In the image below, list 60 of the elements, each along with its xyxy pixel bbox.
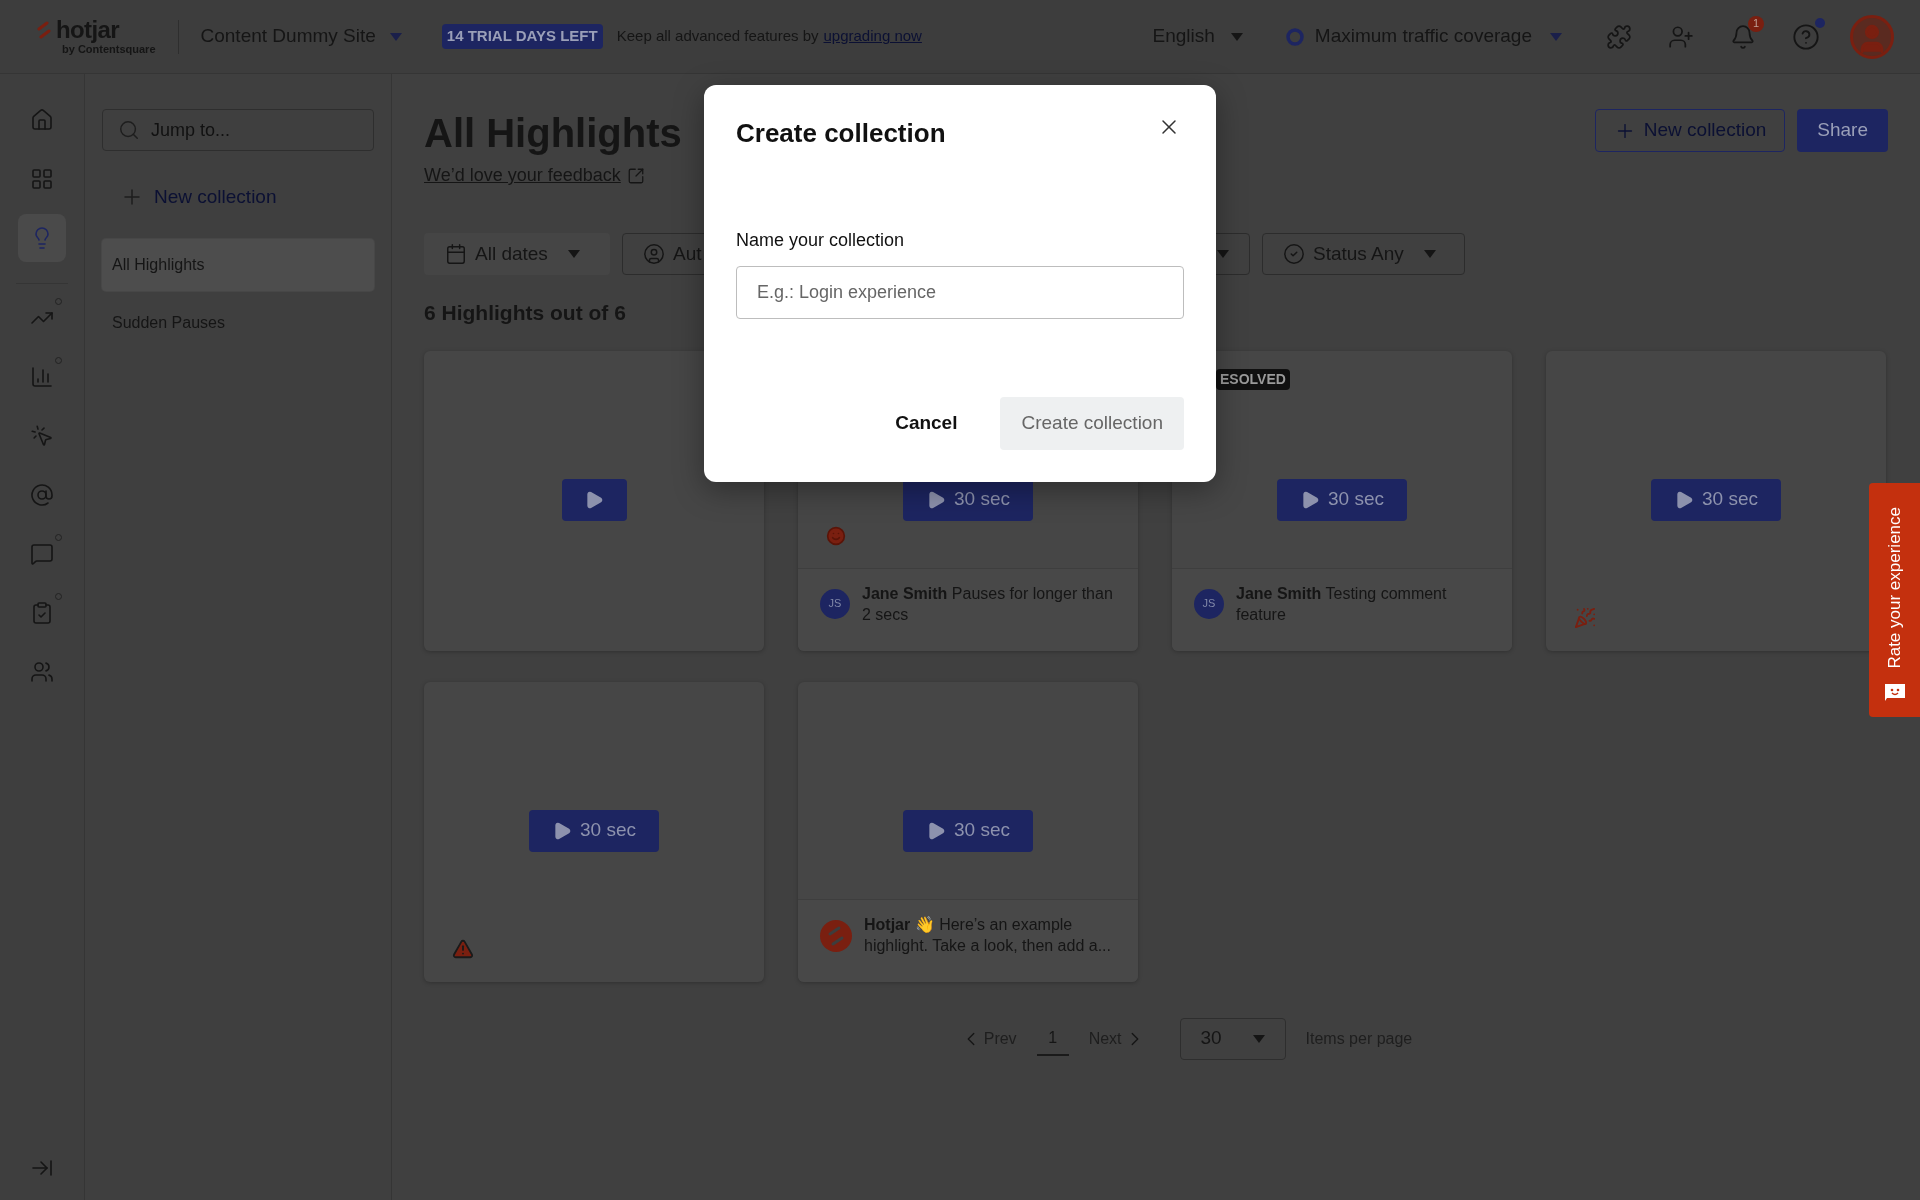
external-link-icon [626,166,645,185]
search-icon [118,119,140,141]
integrations-button[interactable] [1606,23,1632,50]
bar-chart-icon [30,365,54,389]
play-icon [1674,489,1694,510]
smiley-chat-icon [1882,681,1907,701]
chat-icon [30,542,54,566]
cancel-button[interactable]: Cancel [895,409,958,438]
notification-count: 1 [1748,15,1764,32]
user-plus-icon [1668,23,1694,50]
caret-icon [1550,32,1562,41]
notifications-button[interactable] [1730,23,1756,50]
dialog-title: Create collection [736,117,946,150]
calendar-icon [445,243,467,265]
user-icon [643,243,665,265]
dashboard-icon [30,167,54,191]
coverage-ring-icon [1284,26,1305,47]
highlight-card[interactable] [424,350,764,651]
help-button[interactable] [1792,22,1820,51]
highlight-card[interactable]: 30 sec [424,681,764,982]
home-icon [30,108,54,132]
trial-badge: 14 TRIAL DAYS LEFT [441,24,603,49]
play-icon [1300,489,1320,510]
invite-user-button[interactable] [1668,23,1694,50]
caret-icon [389,32,402,41]
play-button[interactable] [561,478,627,521]
puzzle-icon [1606,23,1632,50]
user-avatar[interactable] [1850,14,1894,59]
caret-icon [567,250,580,258]
play-icon [926,489,946,510]
at-sign-icon [30,483,54,507]
check-circle-icon [1283,243,1305,265]
collection-item[interactable]: All Highlights [102,238,374,291]
avatar: JS [820,588,850,619]
caret-icon [1423,250,1436,258]
highlight-card[interactable]: 30 sec [1546,350,1886,651]
help-icon [1792,22,1820,51]
collection-name-field[interactable]: E.g.: Login experience [736,266,1184,319]
caret-icon [1252,1034,1265,1043]
caret-icon [1217,250,1229,258]
play-button[interactable]: 30 sec [1651,478,1781,521]
field-label: Name your collection [736,229,906,252]
play-icon [552,820,572,841]
users-icon [30,660,54,684]
play-icon [926,820,946,841]
play-button[interactable]: 30 sec [1277,478,1407,521]
pointer-icon [30,424,54,448]
play-icon [584,489,604,510]
rate-experience-tab[interactable]: Rate your experience [1869,483,1920,717]
avatar: JS [1194,588,1224,619]
caret-icon [1230,32,1243,41]
bell-icon [1730,23,1756,50]
clipboard-check-icon [30,601,54,625]
nav-item[interactable] [18,214,66,262]
play-button[interactable]: 30 sec [903,809,1033,852]
status-badge: ESOLVED [1216,368,1290,390]
play-button[interactable]: 30 sec [529,809,659,852]
create-collection-button: Create collection [1000,397,1184,450]
logo-icon [36,20,52,39]
share-button[interactable]: Share [1797,109,1888,152]
